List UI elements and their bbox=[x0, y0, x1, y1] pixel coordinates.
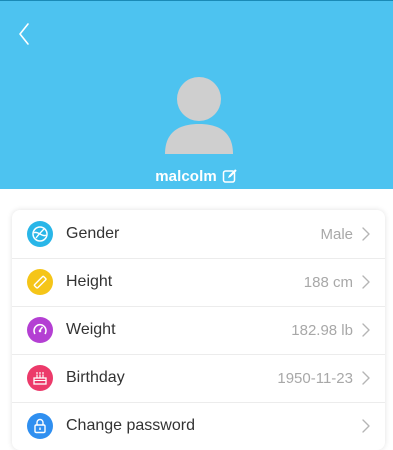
chevron-right-icon bbox=[362, 371, 370, 385]
gender-icon bbox=[27, 221, 53, 247]
birthday-value: 1950-11-23 bbox=[277, 369, 353, 387]
back-arrow-icon[interactable] bbox=[12, 19, 42, 49]
chevron-right-icon bbox=[362, 227, 370, 241]
avatar-icon[interactable] bbox=[163, 76, 235, 154]
height-label: Height bbox=[66, 273, 113, 290]
height-row[interactable]: Height 188 cm bbox=[12, 258, 385, 306]
ruler-icon bbox=[27, 269, 53, 295]
profile-header: malcolm bbox=[0, 0, 393, 189]
height-value: 188 cm bbox=[303, 273, 353, 291]
scale-icon bbox=[27, 317, 53, 343]
chevron-right-icon bbox=[362, 419, 370, 433]
username: malcolm bbox=[155, 167, 217, 185]
weight-value: 182.98 lb bbox=[291, 321, 353, 339]
weight-label: Weight bbox=[66, 321, 116, 338]
username-row: malcolm bbox=[0, 166, 393, 186]
weight-row[interactable]: Weight 182.98 lb bbox=[12, 306, 385, 354]
edit-icon[interactable] bbox=[222, 168, 238, 184]
profile-card: Gender Male Height 188 cm Weight 182.98 … bbox=[12, 210, 385, 450]
change-password-row[interactable]: Change password bbox=[12, 402, 385, 450]
cake-icon bbox=[27, 365, 53, 391]
chevron-right-icon bbox=[362, 275, 370, 289]
lock-icon bbox=[27, 413, 53, 439]
gender-label: Gender bbox=[66, 225, 120, 242]
gender-value: Male bbox=[320, 225, 353, 243]
gender-row[interactable]: Gender Male bbox=[12, 210, 385, 258]
birthday-label: Birthday bbox=[66, 369, 125, 386]
change-password-label: Change password bbox=[66, 417, 195, 434]
birthday-row[interactable]: Birthday 1950-11-23 bbox=[12, 354, 385, 402]
chevron-right-icon bbox=[362, 323, 370, 337]
